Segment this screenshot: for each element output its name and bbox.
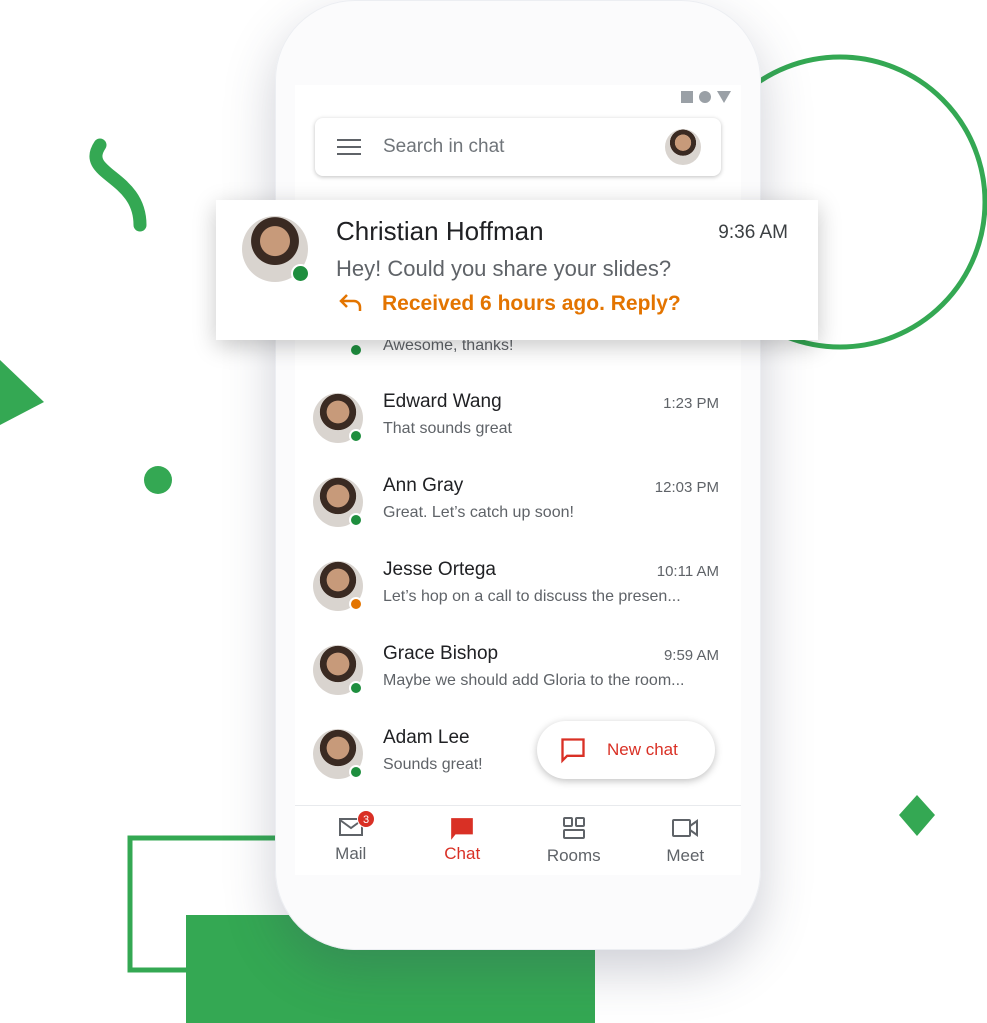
menu-icon[interactable] — [337, 134, 361, 160]
message-preview: That sounds great — [383, 420, 512, 437]
list-item[interactable]: Edward Wang 1:23 PM That sounds great — [295, 385, 741, 469]
online-status-icon — [349, 513, 363, 527]
away-clock-icon — [349, 597, 363, 611]
contact-name: Jesse Ortega — [383, 559, 496, 580]
contact-name: Adam Lee — [383, 727, 470, 748]
contact-name: Ann Gray — [383, 475, 464, 496]
decor-triangle — [0, 360, 44, 425]
status-bar — [681, 91, 731, 103]
new-chat-icon — [561, 738, 585, 764]
contact-name: Grace Bishop — [383, 643, 499, 664]
message-preview: Hey! Could you share your slides? — [336, 256, 672, 281]
online-status-icon — [349, 681, 363, 695]
timestamp: 12:03 PM — [654, 479, 719, 496]
message-preview: Let’s hop on a call to discuss the prese… — [383, 588, 681, 605]
video-icon — [672, 819, 699, 837]
featured-message-card[interactable]: Christian Hoffman 9:36 AM Hey! Could you… — [216, 200, 818, 340]
tab-chat[interactable]: Chat — [407, 806, 519, 875]
list-item[interactable]: Grace Bishop 9:59 AM Maybe we should add… — [295, 637, 741, 721]
timestamp: 1:23 PM — [663, 395, 719, 412]
list-item[interactable]: Jesse Ortega 10:11 AM Let’s hop on a cal… — [295, 553, 741, 637]
tab-meet[interactable]: Meet — [630, 806, 742, 875]
tab-mail[interactable]: 3 Mail — [295, 806, 407, 875]
triangle-icon — [717, 91, 731, 103]
timestamp: 10:11 AM — [656, 563, 719, 580]
timestamp: 9:59 AM — [663, 647, 719, 664]
online-status-icon — [349, 343, 363, 357]
tab-label: Chat — [444, 844, 481, 863]
chat-icon — [451, 818, 474, 840]
online-status-icon — [291, 264, 310, 283]
online-status-icon — [349, 765, 363, 779]
tab-rooms[interactable]: Rooms — [518, 806, 630, 875]
tab-label: Rooms — [546, 846, 601, 865]
search-bar[interactable]: Search in chat — [315, 118, 721, 176]
circle-icon — [699, 91, 711, 103]
new-chat-button[interactable]: New chat — [537, 721, 715, 779]
decor-dot — [144, 466, 172, 494]
contact-name: Edward Wang — [383, 391, 502, 412]
new-chat-label: New chat — [607, 740, 678, 759]
timestamp: 9:36 AM — [718, 222, 788, 243]
tab-label: Meet — [666, 846, 705, 865]
bottom-nav: 3 Mail Chat Rooms Meet — [295, 805, 741, 875]
decor-squiggle — [89, 138, 147, 232]
message-preview: Maybe we should add Gloria to the room..… — [383, 672, 685, 689]
reply-prompt-link[interactable]: Received 6 hours ago. Reply? — [382, 292, 681, 316]
search-input[interactable]: Search in chat — [383, 136, 665, 158]
mail-badge: 3 — [357, 810, 375, 828]
rooms-icon — [562, 817, 585, 839]
list-item[interactable]: Ann Gray 12:03 PM Great. Let’s catch up … — [295, 469, 741, 553]
contact-name: Christian Hoffman — [336, 216, 544, 246]
square-icon — [681, 91, 693, 103]
reply-icon[interactable] — [338, 292, 364, 314]
decor-diamond — [899, 795, 935, 836]
tab-label: Mail — [335, 844, 367, 863]
message-preview: Great. Let’s catch up soon! — [383, 504, 574, 521]
account-avatar[interactable] — [665, 129, 701, 165]
online-status-icon — [349, 429, 363, 443]
